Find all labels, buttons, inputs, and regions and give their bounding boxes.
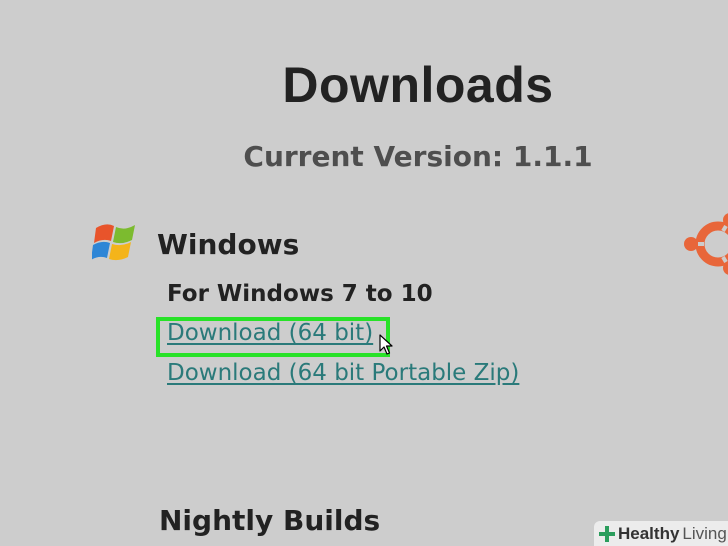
watermark: Healthy Living	[594, 521, 728, 546]
windows-logo-icon	[92, 224, 135, 261]
download-64bit-portable-zip-link[interactable]: Download (64 bit Portable Zip)	[167, 360, 519, 386]
current-version-label: Current Version: 1.1.1	[243, 140, 593, 173]
windows-heading: Windows	[157, 228, 300, 261]
page-title: Downloads	[282, 57, 554, 113]
nightly-builds-heading: Nightly Builds	[159, 504, 381, 537]
windows-version-subheading: For Windows 7 to 10	[167, 281, 433, 307]
plus-icon	[599, 525, 615, 542]
watermark-brand-bold: Healthy	[618, 523, 680, 543]
download-64bit-link[interactable]: Download (64 bit)	[167, 320, 373, 346]
watermark-brand-regular: Living	[682, 523, 727, 543]
ubuntu-logo-icon	[684, 213, 728, 275]
mouse-cursor-icon	[379, 334, 393, 355]
